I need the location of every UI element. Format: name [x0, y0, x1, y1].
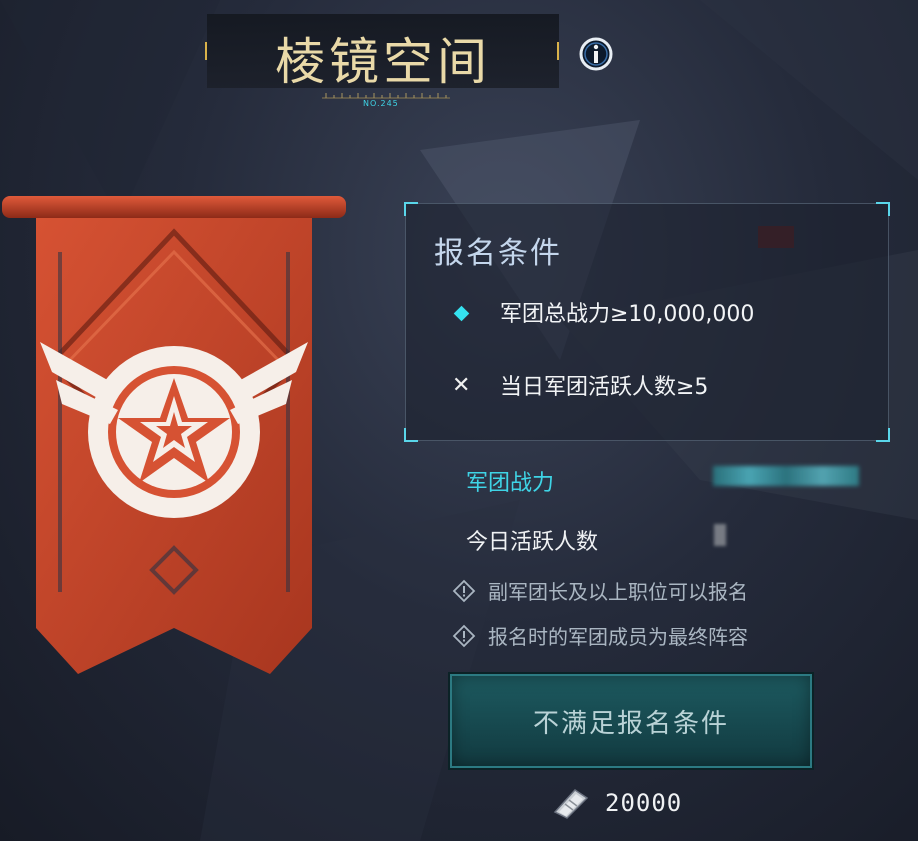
diamond-check-icon — [453, 305, 470, 321]
note-item: 报名时的军团成员为最终阵容 — [452, 621, 748, 650]
note-text: 报名时的军团成员为最终阵容 — [488, 625, 748, 649]
conditions-panel: 报名条件 军团总战力≥10,000,000 ✕ 当日军团活跃人数≥5 — [404, 202, 890, 442]
title-plate: 棱镜空间 — [207, 14, 559, 91]
signup-button[interactable]: 不满足报名条件 — [448, 672, 814, 770]
decorative-red-block — [758, 226, 794, 248]
condition-text: 军团总战力≥10,000,000 — [500, 302, 755, 327]
cross-icon: ✕ — [452, 372, 471, 398]
signup-cost: 20000 — [549, 786, 682, 820]
legion-banner — [2, 196, 346, 674]
ruler-code: NO.245 — [363, 99, 399, 108]
signup-button-label: 不满足报名条件 — [532, 708, 729, 739]
conditions-title: 报名条件 — [434, 236, 562, 271]
legion-power-value-obscured — [713, 466, 859, 486]
condition-item-power: 军团总战力≥10,000,000 — [452, 296, 754, 328]
cost-amount: 20000 — [605, 789, 683, 817]
corner-decoration — [404, 202, 418, 216]
ticket-icon — [553, 789, 589, 819]
warning-icon — [452, 579, 476, 602]
page-title: 棱镜空间 — [275, 33, 491, 91]
corner-decoration — [876, 428, 890, 442]
corner-decoration — [404, 428, 418, 442]
condition-text: 当日军团活跃人数≥5 — [500, 375, 709, 400]
active-members-value-obscured — [714, 524, 726, 546]
note-text: 副军团长及以上职位可以报名 — [488, 580, 748, 604]
condition-item-active: ✕ 当日军团活跃人数≥5 — [452, 369, 708, 401]
title-right-tick — [557, 42, 559, 60]
info-icon[interactable] — [578, 36, 614, 72]
legion-power-label: 军团战力 — [466, 471, 555, 496]
active-members-label: 今日活跃人数 — [466, 530, 599, 555]
warning-icon — [452, 624, 476, 647]
note-item: 副军团长及以上职位可以报名 — [452, 576, 748, 605]
corner-decoration — [876, 202, 890, 216]
